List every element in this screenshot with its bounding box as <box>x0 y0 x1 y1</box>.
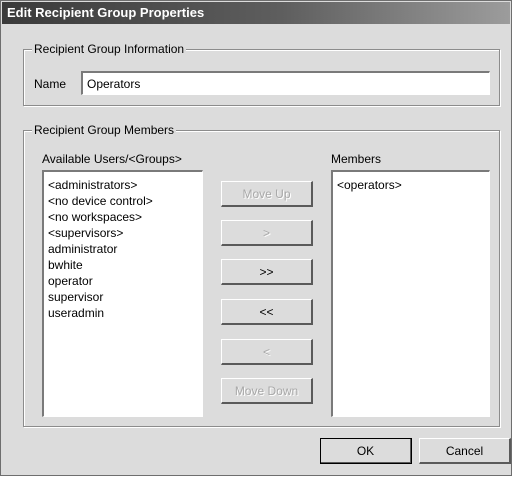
available-list-item[interactable]: <no device control> <box>47 193 202 209</box>
available-users-label: Available Users/<Groups> <box>42 152 182 166</box>
available-users-listbox[interactable]: <administrators> <no device control> <no w… <box>42 170 203 417</box>
available-list-item[interactable]: <administrators> <box>47 177 202 193</box>
ok-button[interactable]: OK <box>320 438 412 464</box>
available-list-item[interactable]: <no workspaces> <box>47 209 202 225</box>
name-label: Name <box>34 77 67 91</box>
cancel-button[interactable]: Cancel <box>419 438 511 464</box>
available-list-item[interactable]: <supervisors> <box>47 225 202 241</box>
edit-recipient-group-dialog: Edit Recipient Group Properties Recipien… <box>0 0 512 476</box>
members-listbox[interactable]: <operators> <box>331 170 490 417</box>
move-down-button[interactable]: Move Down <box>221 378 313 404</box>
recipient-group-members-legend: Recipient Group Members <box>32 123 177 138</box>
available-list-item[interactable]: supervisor <box>47 289 202 305</box>
window-title: Edit Recipient Group Properties <box>7 5 205 20</box>
move-up-button[interactable]: Move Up <box>221 181 313 207</box>
name-field[interactable] <box>81 71 490 95</box>
add-button[interactable]: > <box>221 220 313 246</box>
recipient-group-information-legend: Recipient Group Information <box>32 42 187 57</box>
add-all-button[interactable]: >> <box>221 259 313 285</box>
members-label: Members <box>331 152 382 166</box>
remove-button[interactable]: < <box>221 339 313 365</box>
remove-all-button[interactable]: << <box>221 299 313 325</box>
available-list-item[interactable]: useradmin <box>47 305 202 321</box>
available-list-item[interactable]: administrator <box>47 241 202 257</box>
available-list-item[interactable]: bwhite <box>47 257 202 273</box>
title-bar[interactable]: Edit Recipient Group Properties <box>2 2 510 24</box>
available-list-item[interactable]: operator <box>47 273 202 289</box>
member-list-item[interactable]: <operators> <box>336 177 489 193</box>
